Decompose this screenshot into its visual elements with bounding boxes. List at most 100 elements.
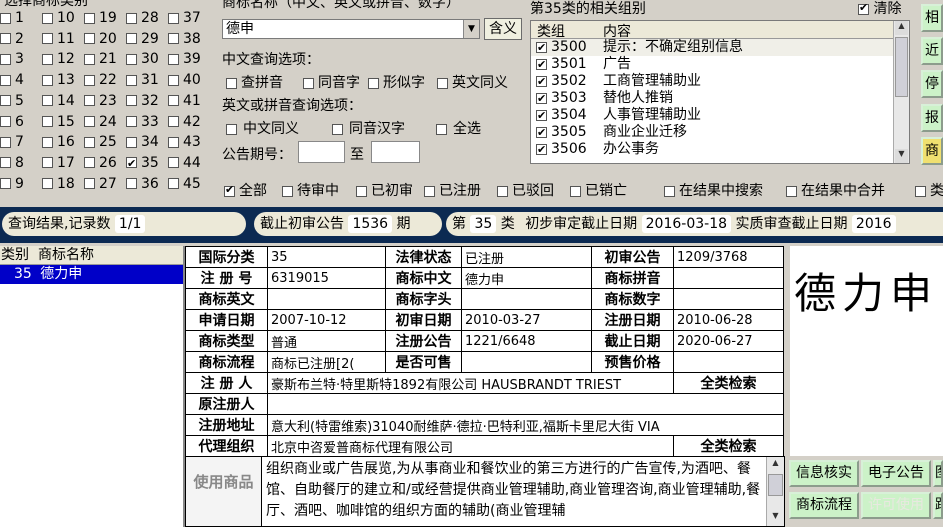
class-checkbox-29[interactable]: 29 <box>126 29 159 49</box>
extra-filter-check[interactable] <box>915 185 926 197</box>
clear-check-box[interactable] <box>858 1 869 15</box>
class-check-box[interactable] <box>126 178 137 190</box>
scroll-thumb[interactable] <box>895 37 908 97</box>
cn-option-2[interactable]: 形似字 <box>368 72 425 92</box>
class-check-box[interactable] <box>0 157 11 169</box>
class-check-box[interactable] <box>84 53 95 65</box>
right-button-1[interactable]: 近 <box>921 37 943 65</box>
class-checkbox-3[interactable]: 3 <box>0 49 24 69</box>
class-check-box[interactable] <box>0 74 11 86</box>
class-check-box[interactable] <box>84 33 95 45</box>
cn-option-check[interactable] <box>303 77 314 89</box>
right-button-3[interactable]: 报 <box>921 104 943 132</box>
usage-text[interactable]: 组织商业或广告展览,为从事商业和餐饮业的第三方进行的广告宣传,为酒吧、餐馆、自助… <box>266 459 766 525</box>
en-option-check[interactable] <box>226 123 237 135</box>
class-check-box[interactable] <box>168 178 179 190</box>
class-check-box[interactable] <box>168 74 179 86</box>
class-check-box[interactable] <box>42 12 53 24</box>
result-row[interactable]: 35 德力申 <box>0 265 183 284</box>
class-checkbox-12[interactable]: 12 <box>42 49 75 69</box>
class-checkbox-39[interactable]: 39 <box>168 49 201 69</box>
group-row[interactable]: 3506 办公事务 <box>531 141 909 158</box>
class-check-box[interactable] <box>42 136 53 148</box>
class-check-box[interactable] <box>0 95 11 107</box>
class-check-box[interactable] <box>168 12 179 24</box>
extra-filter-0[interactable]: 在结果中搜索 <box>664 180 763 200</box>
bottom-button-1[interactable]: 电子公告 <box>861 460 931 487</box>
cn-option-0[interactable]: 查拼音 <box>226 72 283 92</box>
en-option-check[interactable] <box>436 123 447 135</box>
status-filter-check[interactable] <box>356 185 367 197</box>
group-row[interactable]: 3503 替他人推销 <box>531 90 909 107</box>
scroll-up-icon[interactable]: ▲ <box>768 458 783 472</box>
class-checkbox-33[interactable]: 33 <box>126 112 159 132</box>
group-list-scrollbar[interactable]: ▲ ▼ <box>893 21 909 163</box>
class-check-box[interactable] <box>168 53 179 65</box>
class-check-box[interactable] <box>168 136 179 148</box>
class-checkbox-27[interactable]: 27 <box>84 174 117 194</box>
extra-filter-2[interactable]: 类 <box>915 180 943 200</box>
scroll-thumb[interactable] <box>768 474 783 496</box>
name-combo[interactable]: 德申 ▼ <box>222 19 480 39</box>
group-row[interactable]: 3500 提示：不确定组别信息 <box>531 39 909 56</box>
en-option-check[interactable] <box>332 123 343 135</box>
class-checkbox-2[interactable]: 2 <box>0 29 24 49</box>
class-check-box[interactable] <box>42 178 53 190</box>
meaning-button[interactable]: 含义 <box>484 18 522 40</box>
group-row-check[interactable] <box>536 56 547 73</box>
en-option-0[interactable]: 中文同义 <box>226 118 299 138</box>
class-checkbox-32[interactable]: 32 <box>126 91 159 111</box>
class-checkbox-1[interactable]: 1 <box>0 8 24 28</box>
bottom-button-2[interactable]: 图 <box>933 460 943 487</box>
bottom-button-0[interactable]: 信息核实 <box>789 460 859 487</box>
status-filter-check[interactable] <box>282 185 293 197</box>
scroll-down-icon[interactable]: ▼ <box>895 149 908 163</box>
group-list[interactable]: 类组 内容 3500提示：不确定组别信息3501广告3502工商管理辅助业350… <box>530 20 910 164</box>
class-check-box[interactable] <box>42 53 53 65</box>
class-checkbox-25[interactable]: 25 <box>84 132 117 152</box>
cn-option-check[interactable] <box>226 77 237 89</box>
class-checkbox-16[interactable]: 16 <box>42 132 75 152</box>
class-checkbox-43[interactable]: 43 <box>168 132 201 152</box>
cn-option-check[interactable] <box>368 77 379 89</box>
class-check-box[interactable] <box>168 95 179 107</box>
class-checkbox-37[interactable]: 37 <box>168 8 201 28</box>
right-button-0[interactable]: 相 <box>921 4 943 32</box>
usage-scrollbar[interactable]: ▲ ▼ <box>766 457 784 526</box>
en-option-2[interactable]: 全选 <box>436 118 481 138</box>
class-checkbox-7[interactable]: 7 <box>0 132 24 152</box>
cn-option-3[interactable]: 英文同义 <box>437 72 508 92</box>
group-row[interactable]: 3504 人事管理辅助业 <box>531 107 909 124</box>
status-filter-1[interactable]: 待审中 <box>282 180 339 200</box>
class-check-box[interactable] <box>0 116 11 127</box>
class-checkbox-44[interactable]: 44 <box>168 153 201 173</box>
issue-to-input[interactable] <box>371 141 420 163</box>
class-checkbox-18[interactable]: 18 <box>42 174 75 194</box>
class-check-box[interactable] <box>84 74 95 86</box>
status-filter-check[interactable] <box>224 183 235 197</box>
extra-filter-1[interactable]: 在结果中合并 <box>786 180 885 200</box>
class-check-box[interactable] <box>0 136 11 148</box>
class-checkbox-22[interactable]: 22 <box>84 70 117 90</box>
class-check-box[interactable] <box>84 136 95 148</box>
class-checkbox-5[interactable]: 5 <box>0 91 24 111</box>
class-checkbox-8[interactable]: 8 <box>0 153 24 173</box>
class-check-box[interactable] <box>168 33 179 45</box>
class-checkbox-15[interactable]: 15 <box>42 112 75 132</box>
class-check-box[interactable] <box>0 33 11 45</box>
group-row-check[interactable] <box>536 90 547 107</box>
status-filter-check[interactable] <box>497 185 508 197</box>
status-filter-check[interactable] <box>570 185 581 197</box>
class-checkbox-20[interactable]: 20 <box>84 29 117 49</box>
class-check-box[interactable] <box>168 116 179 127</box>
class-check-box[interactable] <box>126 53 137 65</box>
class-check-box[interactable] <box>126 116 137 127</box>
class-check-box[interactable] <box>84 12 95 24</box>
status-filter-0[interactable]: 全部 <box>224 180 267 200</box>
group-row-check[interactable] <box>536 124 547 141</box>
group-row-check[interactable] <box>536 107 547 124</box>
class-checkbox-21[interactable]: 21 <box>84 49 117 69</box>
class-check-box[interactable] <box>42 74 53 86</box>
class-check-box[interactable] <box>0 53 11 65</box>
scroll-down-icon[interactable]: ▼ <box>768 511 783 525</box>
